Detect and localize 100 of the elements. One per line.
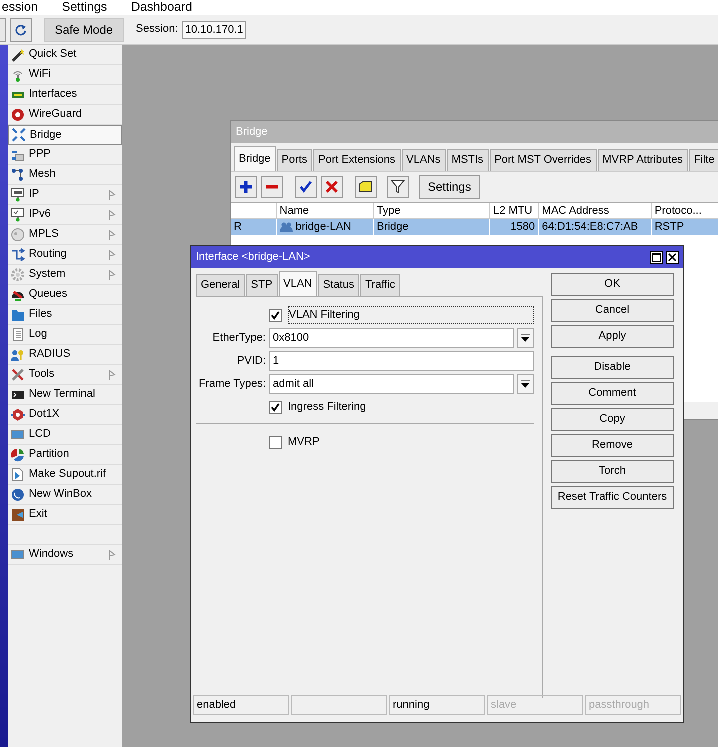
add-button[interactable]: [235, 176, 257, 198]
sidebar-item[interactable]: Routing: [8, 245, 122, 265]
sidebar-item[interactable]: Dot1X: [8, 405, 122, 425]
tab[interactable]: VLAN: [278, 271, 318, 296]
checkbox[interactable]: [269, 436, 282, 448]
down-arrow-icon: [521, 380, 530, 388]
sidebar-item[interactable]: LCD: [8, 425, 122, 445]
sidebar-item[interactable]: IPv6: [8, 205, 122, 225]
tab[interactable]: MSTIs: [446, 149, 489, 171]
action-button[interactable]: Remove: [551, 434, 674, 457]
filter-button[interactable]: [387, 176, 409, 198]
checkbox[interactable]: [269, 400, 282, 414]
table-cell: R: [231, 219, 277, 235]
monitor-icon: [11, 208, 25, 222]
dropdown-button[interactable]: [517, 328, 534, 348]
down-arrow-icon: [521, 334, 530, 342]
document-icon: [11, 328, 25, 342]
session-field[interactable]: 10.10.170.1: [182, 20, 246, 38]
globe-icon: [11, 488, 25, 502]
session-label: Session:: [136, 22, 178, 38]
tab[interactable]: Bridge: [234, 146, 276, 171]
cross-icon: [325, 180, 339, 194]
nodes-icon: [11, 168, 25, 182]
table-cell: RSTP: [652, 219, 718, 235]
checkbox-label[interactable]: VLAN Filtering: [288, 306, 534, 324]
safe-mode-button[interactable]: Safe Mode: [44, 18, 124, 42]
arrows-icon: [12, 128, 26, 142]
sidebar-item[interactable]: Make Supout.rif: [8, 465, 122, 485]
tab[interactable]: Port Extensions: [313, 149, 401, 171]
table-row[interactable]: R bridge-LAN Bridge 1580 64:D1:54:E8:C7:AB RSTP: [231, 219, 718, 235]
tab[interactable]: Traffic: [360, 274, 400, 296]
status-cell: enabled: [193, 695, 289, 715]
sidebar-item[interactable]: Log: [8, 325, 122, 345]
sidebar-item[interactable]: Files: [8, 305, 122, 325]
action-button[interactable]: Comment: [551, 382, 674, 405]
tab[interactable]: Status: [318, 274, 360, 296]
redo-button[interactable]: [10, 18, 32, 42]
field-label: EtherType:: [212, 332, 266, 344]
folder-icon: [11, 308, 25, 322]
action-button[interactable]: Disable: [551, 356, 674, 379]
action-button[interactable]: Reset Traffic Counters: [551, 486, 674, 509]
sidebar-item[interactable]: Bridge: [8, 125, 122, 145]
check-icon: [271, 310, 280, 320]
tab[interactable]: VLANs: [402, 149, 446, 171]
sidebar-item[interactable]: MPLS: [8, 225, 122, 245]
action-button[interactable]: Torch: [551, 460, 674, 483]
action-button[interactable]: Copy: [551, 408, 674, 431]
arrows-icon: [11, 248, 25, 262]
tab[interactable]: Ports: [276, 149, 312, 171]
wand-icon: [11, 48, 25, 62]
dropdown-field[interactable]: admit all: [269, 374, 514, 394]
hexagon-icon: [11, 408, 25, 422]
plus-icon: [239, 180, 253, 194]
remove-button[interactable]: [261, 176, 283, 198]
input-field[interactable]: 1: [269, 351, 534, 371]
check-icon: [271, 402, 280, 412]
sidebar-item[interactable]: IP: [8, 185, 122, 205]
dialog-button[interactable]: Cancel: [551, 299, 674, 322]
disable-button[interactable]: [321, 176, 343, 198]
sidebar-item[interactable]: Windows: [8, 545, 122, 565]
dropdown-button[interactable]: [517, 374, 534, 394]
sidebar-item[interactable]: System: [8, 265, 122, 285]
tab[interactable]: Port MST Overrides: [490, 149, 597, 171]
door-icon: [11, 508, 25, 522]
table-cell: 64:D1:54:E8:C7:AB: [539, 219, 652, 235]
menu-item[interactable]: ession: [0, 1, 40, 14]
dialog-button[interactable]: OK: [551, 273, 674, 296]
tab[interactable]: MVRP Attributes: [598, 149, 688, 171]
enable-button[interactable]: [295, 176, 317, 198]
checkbox-label[interactable]: Ingress Filtering: [288, 398, 366, 416]
maximize-button[interactable]: [650, 250, 663, 264]
sidebar-item[interactable]: Tools: [8, 365, 122, 385]
settings-button[interactable]: Settings: [419, 175, 480, 199]
sidebar-item[interactable]: PPP: [8, 145, 122, 165]
tab[interactable]: STP: [246, 274, 278, 296]
table-cell: Bridge: [374, 219, 490, 235]
screen-icon: [11, 548, 25, 562]
dialog-button[interactable]: Apply: [551, 325, 674, 348]
sidebar-item[interactable]: Partition: [8, 445, 122, 465]
menu-item[interactable]: Settings: [60, 1, 110, 14]
menu-item[interactable]: Dashboard: [129, 1, 194, 14]
filter-icon: [391, 180, 405, 194]
sidebar-item[interactable]: Exit: [8, 505, 122, 525]
tab[interactable]: General: [196, 274, 246, 296]
tab[interactable]: Filte: [689, 149, 718, 171]
sidebar-item[interactable]: New WinBox: [8, 485, 122, 505]
window-title: Bridge: [236, 124, 268, 140]
monitor-icon: [11, 188, 25, 202]
dropdown-field[interactable]: 0x8100: [269, 328, 514, 348]
screen-icon: [11, 428, 25, 442]
field-label: Frame Types:: [198, 378, 266, 390]
checkbox-label[interactable]: MVRP: [288, 434, 320, 450]
disc-icon: [11, 228, 25, 242]
comment-button[interactable]: [355, 176, 377, 198]
field-label: PVID:: [237, 354, 266, 367]
close-button[interactable]: [666, 250, 679, 264]
checkbox[interactable]: [269, 308, 282, 322]
close-icon: [668, 252, 677, 262]
table-cell: bridge-LAN: [276, 219, 374, 235]
sidebar-item[interactable]: New Terminal: [8, 385, 122, 405]
